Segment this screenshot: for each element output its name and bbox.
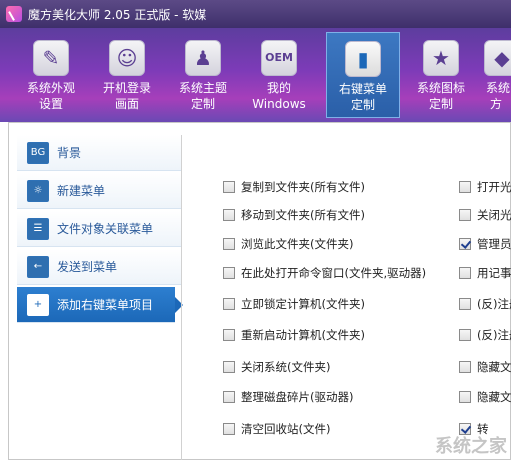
option-browse-folder[interactable]: 浏览此文件夹(文件夹) xyxy=(223,235,353,253)
tool-theme-button[interactable]: ♟ 系统主题 定制 xyxy=(166,32,240,118)
option-hide-file-1[interactable]: 隐藏文 xyxy=(459,358,511,376)
option-close-cd[interactable]: 关闭光 xyxy=(459,206,511,224)
option-copy-to-folder[interactable]: 复制到文件夹(所有文件) xyxy=(223,178,365,196)
context-menu-icon: ▮ xyxy=(345,41,381,77)
sidebar-item-new-menu[interactable]: ☼ 新建菜单 xyxy=(17,173,181,209)
sidebar-divider xyxy=(181,135,182,460)
sidebar-item-send-to[interactable]: ← 发送到菜单 xyxy=(17,249,181,285)
checkbox[interactable] xyxy=(223,267,235,279)
tool-more-button[interactable]: ◆ 系统 方 xyxy=(480,32,511,118)
sidebar-item-add-context-item[interactable]: + 添加右键菜单项目 xyxy=(17,287,183,323)
checkbox[interactable] xyxy=(459,361,471,373)
option-defrag[interactable]: 整理磁盘碎片(驱动器) xyxy=(223,388,353,406)
option-open-command-window[interactable]: 在此处打开命令窗口(文件夹,驱动器) xyxy=(223,264,426,282)
option-restart-computer[interactable]: 重新启动计算机(文件夹) xyxy=(223,326,365,344)
option-open-cd[interactable]: 打开光 xyxy=(459,178,511,196)
misc-icon: ◆ xyxy=(484,40,511,76)
sidebar-menu: BG 背景 ☼ 新建菜单 ☰ 文件对象关联菜单 ← 发送到菜单 + 添加右键菜单… xyxy=(17,135,183,335)
checkbox[interactable] xyxy=(459,391,471,403)
checkbox[interactable] xyxy=(459,181,471,193)
list-icon: ☰ xyxy=(27,217,49,240)
arrow-left-icon: ← xyxy=(27,255,49,278)
checkbox[interactable] xyxy=(459,329,471,341)
watermark: 系统之家 xyxy=(435,436,507,457)
checkbox[interactable] xyxy=(223,391,235,403)
option-hide-file-2[interactable]: 隐藏文 xyxy=(459,388,511,406)
sidebar-item-background[interactable]: BG 背景 xyxy=(17,135,181,171)
app-logo-icon xyxy=(6,6,22,22)
tool-system-icons-button[interactable]: ★ 系统图标 定制 xyxy=(404,32,478,118)
checkbox[interactable] xyxy=(223,298,235,310)
oem-icon: OEM xyxy=(261,40,297,76)
main-toolbar: ✎ 系统外观 设置 ☺ 开机登录 画面 ♟ 系统主题 定制 OEM 我的 Win… xyxy=(0,28,511,122)
tool-my-windows-button[interactable]: OEM 我的 Windows xyxy=(242,32,316,118)
checkbox[interactable] xyxy=(459,298,471,310)
option-notepad[interactable]: 用记事 xyxy=(459,264,511,282)
option-empty-recycle-bin[interactable]: 清空回收站(文件) xyxy=(223,420,330,438)
bg-icon: BG xyxy=(27,141,49,164)
tool-boot-screen-button[interactable]: ☺ 开机登录 画面 xyxy=(90,32,164,118)
option-register-2[interactable]: (反)注册 xyxy=(459,326,511,344)
brush-icon: ✎ xyxy=(33,40,69,76)
option-admin[interactable]: 管理员 xyxy=(459,235,511,253)
plus-icon: + xyxy=(27,293,49,316)
user-icon: ☺ xyxy=(109,40,145,76)
checkbox[interactable] xyxy=(459,209,471,221)
checkbox[interactable] xyxy=(223,423,235,435)
checkbox[interactable] xyxy=(223,209,235,221)
shirt-icon: ♟ xyxy=(185,40,221,76)
checkbox[interactable] xyxy=(223,238,235,250)
window-title: 魔方美化大师 2.05 正式版 - 软媒 xyxy=(28,7,207,22)
checkbox-checked[interactable] xyxy=(459,238,471,250)
option-move-to-folder[interactable]: 移动到文件夹(所有文件) xyxy=(223,206,365,224)
checkbox[interactable] xyxy=(223,181,235,193)
checkbox[interactable] xyxy=(223,329,235,341)
checkbox[interactable] xyxy=(459,267,471,279)
tool-context-menu-button[interactable]: ▮ 右键菜单 定制 xyxy=(326,32,400,118)
option-register-1[interactable]: (反)注册 xyxy=(459,295,511,313)
option-shutdown[interactable]: 关闭系统(文件夹) xyxy=(223,358,330,376)
title-bar: 魔方美化大师 2.05 正式版 - 软媒 xyxy=(0,0,511,28)
content-panel: BG 背景 ☼ 新建菜单 ☰ 文件对象关联菜单 ← 发送到菜单 + 添加右键菜单… xyxy=(8,122,511,460)
star-icon: ★ xyxy=(423,40,459,76)
checkbox[interactable] xyxy=(223,361,235,373)
option-lock-computer[interactable]: 立即锁定计算机(文件夹) xyxy=(223,295,365,313)
tool-appearance-button[interactable]: ✎ 系统外观 设置 xyxy=(14,32,88,118)
sidebar-item-file-association[interactable]: ☰ 文件对象关联菜单 xyxy=(17,211,181,247)
new-menu-icon: ☼ xyxy=(27,179,49,202)
